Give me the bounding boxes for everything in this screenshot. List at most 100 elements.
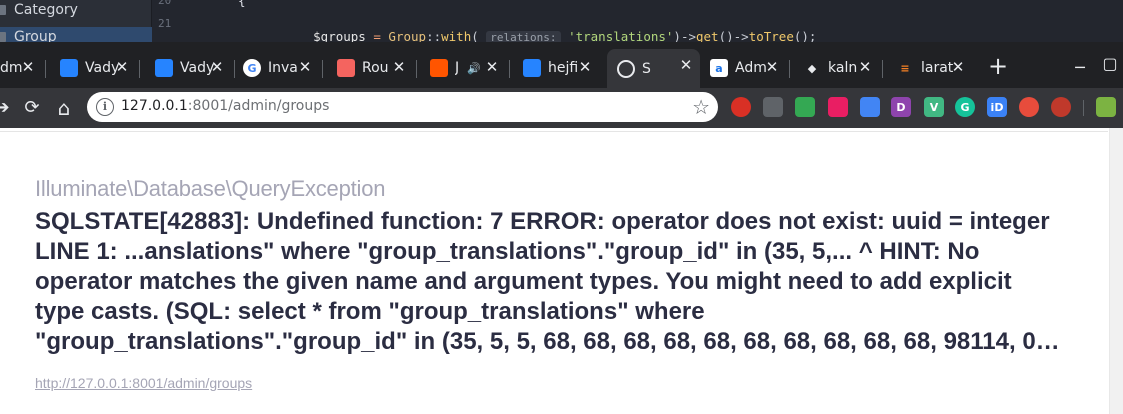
browser-tab[interactable]: a Adm ✕ bbox=[700, 51, 786, 85]
close-tab-icon[interactable]: ✕ bbox=[764, 59, 780, 75]
close-tab-icon[interactable]: ✕ bbox=[114, 59, 130, 75]
shield-red-icon[interactable] bbox=[731, 97, 751, 117]
scrollbar[interactable] bbox=[1109, 128, 1123, 414]
home-icon[interactable]: ⌂ bbox=[50, 94, 78, 122]
vue-icon[interactable]: V bbox=[924, 97, 944, 117]
code-editor[interactable]: { $groups = Group::with( relations: 'tra… bbox=[208, 0, 1123, 42]
code-function: toTree bbox=[748, 29, 794, 42]
browser-toolbar: ➔ ⟳ ⌂ i 127.0.0.1:8001/admin/groups ☆ DV… bbox=[0, 88, 1123, 128]
code-function: get bbox=[696, 29, 719, 42]
folder-icon bbox=[0, 32, 6, 42]
close-tab-icon[interactable]: ✕ bbox=[20, 59, 36, 75]
bookmark-star-icon[interactable]: ☆ bbox=[692, 95, 710, 119]
code-punct: (); bbox=[793, 29, 817, 42]
code-param-hint: relations: bbox=[486, 31, 561, 42]
camera-icon[interactable] bbox=[763, 97, 783, 117]
close-tab-icon[interactable]: ✕ bbox=[857, 59, 873, 75]
browser-tab[interactable]: dm ✕ bbox=[0, 51, 42, 85]
grammarly-icon[interactable]: G bbox=[955, 97, 975, 117]
bitbucket-icon bbox=[523, 59, 541, 77]
reload-icon[interactable]: ⟳ bbox=[18, 94, 46, 122]
browser-tab[interactable]: J 🔊 ✕ bbox=[420, 51, 506, 85]
stackoverflow-icon: ≡ bbox=[900, 61, 910, 75]
code-variable: $groups bbox=[313, 29, 366, 42]
code-function: with bbox=[441, 29, 472, 42]
user-avatar-icon[interactable] bbox=[1096, 97, 1116, 117]
exception-class: Illuminate\Database\QueryException bbox=[35, 176, 386, 201]
message-line: SQLSTATE[42883]: Undefined function: 7 E… bbox=[35, 208, 1050, 235]
code-line: $groups = Group::with( relations: 'trans… bbox=[268, 14, 816, 42]
id-icon[interactable]: iD bbox=[987, 97, 1007, 117]
dots-icon[interactable] bbox=[828, 97, 848, 117]
browser-tab[interactable]: ≡ larat ✕ bbox=[886, 51, 972, 85]
ide-project-tree: Category Group bbox=[0, 0, 152, 42]
browser-tab[interactable]: Vady ✕ bbox=[50, 51, 136, 85]
tab-title: hejfi bbox=[548, 60, 579, 76]
close-tab-icon[interactable]: ✕ bbox=[950, 59, 966, 75]
close-tab-icon[interactable]: ✕ bbox=[391, 59, 407, 75]
d-purple-icon[interactable]: D bbox=[891, 97, 911, 117]
code-string: 'translations' bbox=[568, 29, 674, 42]
code-operator: = bbox=[365, 29, 389, 42]
tab-separator bbox=[882, 60, 883, 78]
browser-tab-strip: dm ✕ Vady ✕ Vady ✕ G Inva ✕ Rou ✕ J 🔊 ✕ hejfi ✕ S ✕ a Adm ✕ ◆… bbox=[0, 42, 1123, 88]
bitbucket-icon bbox=[60, 59, 78, 77]
error-page: Illuminate\Database\QueryException SQLST… bbox=[0, 128, 1123, 414]
code-punct: ()-> bbox=[718, 29, 749, 42]
close-tab-icon[interactable]: ✕ bbox=[297, 59, 313, 75]
minimize-icon[interactable]: ─ bbox=[1068, 56, 1092, 80]
maximize-icon[interactable]: ▢ bbox=[1098, 52, 1122, 76]
info-icon[interactable]: i bbox=[96, 98, 114, 116]
browser-tab[interactable]: S ✕ bbox=[607, 49, 700, 88]
tab-separator bbox=[789, 60, 790, 78]
laravel-icon bbox=[337, 59, 355, 77]
audio-playing-icon[interactable]: 🔊 bbox=[467, 62, 481, 75]
browser-tab[interactable]: ◆ kaln ✕ bbox=[793, 51, 879, 85]
google-icon: G bbox=[243, 59, 261, 77]
message-line: "group_translations"."group_id" in (35, … bbox=[35, 328, 1060, 355]
url-text[interactable]: 127.0.0.1:8001/admin/groups bbox=[121, 98, 329, 114]
browser-tab[interactable]: Vady ✕ bbox=[145, 51, 231, 85]
url-host: 127.0.0.1 bbox=[121, 98, 188, 114]
tree-item-label: Group bbox=[14, 29, 57, 42]
browser-tab[interactable]: Rou ✕ bbox=[327, 51, 413, 85]
tab-title: J bbox=[455, 60, 460, 76]
tree-item-group[interactable]: Group bbox=[0, 27, 152, 42]
folder-icon bbox=[0, 5, 6, 15]
camera-blue-icon[interactable] bbox=[860, 97, 880, 117]
line-number: 20 bbox=[158, 0, 172, 7]
address-bar[interactable]: i 127.0.0.1:8001/admin/groups ☆ bbox=[87, 92, 718, 122]
browser-tab[interactable]: hejfi ✕ bbox=[513, 51, 599, 85]
code-brace: { bbox=[238, 0, 246, 8]
line-number: 21 bbox=[158, 17, 172, 30]
browser-tab[interactable]: G Inva ✕ bbox=[233, 51, 319, 85]
code-punct: :: bbox=[426, 29, 442, 42]
bitbucket-icon bbox=[155, 59, 173, 77]
tab-title: S bbox=[642, 60, 651, 77]
tab-title: kaln bbox=[828, 60, 858, 76]
close-tab-icon[interactable]: ✕ bbox=[484, 59, 500, 75]
code-punct: ( bbox=[471, 29, 487, 42]
code-class: Group bbox=[388, 29, 427, 42]
new-tab-button[interactable]: + bbox=[986, 54, 1010, 78]
close-tab-icon[interactable]: ✕ bbox=[577, 59, 593, 75]
tree-item-category[interactable]: Category bbox=[0, 0, 152, 20]
gem-icon: ◆ bbox=[807, 61, 817, 75]
close-tab-icon[interactable]: ✕ bbox=[678, 57, 694, 73]
soundcloud-icon bbox=[430, 59, 448, 77]
hand-red-icon[interactable] bbox=[1051, 97, 1071, 117]
ide-window: Category Group 20 21 { $groups = Group::… bbox=[0, 0, 1123, 42]
toolbar-separator bbox=[1083, 100, 1084, 116]
tab-separator bbox=[139, 60, 140, 78]
tab-title: larat bbox=[921, 60, 954, 76]
tab-title: Rou bbox=[362, 60, 389, 76]
globe-icon bbox=[617, 59, 635, 78]
colorful-cube-icon[interactable] bbox=[795, 97, 815, 117]
forward-icon[interactable]: ➔ bbox=[0, 94, 16, 122]
exception-message: SQLSTATE[42883]: Undefined function: 7 E… bbox=[35, 207, 1075, 357]
shield-pink-icon[interactable] bbox=[1019, 97, 1039, 117]
close-tab-icon[interactable]: ✕ bbox=[209, 59, 225, 75]
request-url-link[interactable]: http://127.0.0.1:8001/admin/groups bbox=[35, 375, 252, 391]
tab-separator bbox=[416, 60, 417, 78]
tab-separator bbox=[322, 60, 323, 78]
